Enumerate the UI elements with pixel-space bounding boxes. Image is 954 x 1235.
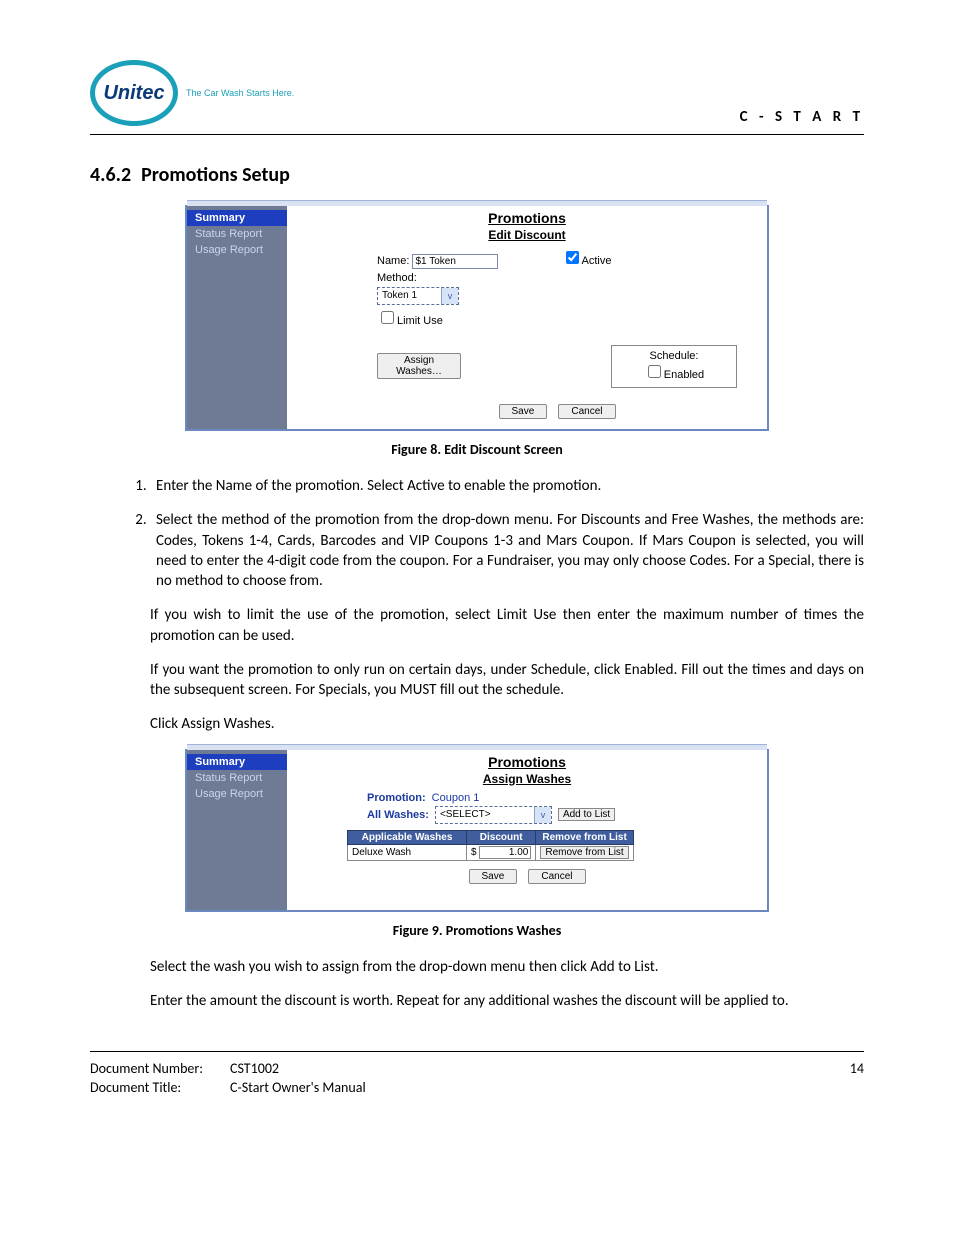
main-panel: Promotions Assign Washes Promotion: Coup… — [287, 750, 767, 910]
page-number: 14 — [850, 1060, 864, 1096]
post-p2: Enter the amount the discount is worth. … — [150, 991, 864, 1011]
schedule-enabled-checkbox[interactable] — [648, 365, 661, 378]
chevron-down-icon: v — [534, 807, 551, 823]
page-header: Unitec The Car Wash Starts Here. C - S T… — [90, 60, 864, 135]
logo: Unitec The Car Wash Starts Here. — [90, 60, 294, 126]
step-2-p2: If you wish to limit the use of the prom… — [150, 605, 864, 646]
figure8-caption: Figure 8. Edit Discount Screen — [90, 441, 864, 458]
limit-use-label: Limit Use — [397, 315, 443, 327]
col-remove: Remove from List — [536, 830, 633, 844]
add-to-list-button[interactable]: Add to List — [558, 808, 615, 821]
window-top-edge — [187, 200, 767, 206]
sidebar-item-usage-report[interactable]: Usage Report — [187, 786, 287, 802]
sidebar-item-summary[interactable]: Summary — [187, 210, 287, 226]
panel-title: Promotions — [287, 754, 767, 770]
window-top-edge — [187, 744, 767, 750]
remove-from-list-button[interactable]: Remove from List — [540, 846, 628, 859]
cancel-button[interactable]: Cancel — [528, 869, 585, 884]
doctitle-value: C-Start Owner's Manual — [230, 1079, 366, 1096]
step-2: Select the method of the promotion from … — [150, 510, 864, 591]
docnum-label: Document Number: — [90, 1060, 230, 1077]
save-button[interactable]: Save — [469, 869, 518, 884]
step-2-p3: If you want the promotion to only run on… — [150, 660, 864, 701]
schedule-enabled-label: Enabled — [664, 369, 704, 381]
all-washes-select-value: <SELECT> — [436, 807, 534, 823]
sidebar: Summary Status Report Usage Report — [187, 750, 287, 910]
logo-tagline: The Car Wash Starts Here. — [186, 88, 294, 98]
all-washes-select[interactable]: <SELECT> v — [435, 806, 552, 824]
name-label: Name: — [377, 255, 409, 267]
washes-table: Applicable Washes Discount Remove from L… — [347, 830, 634, 861]
promotion-value: Coupon 1 — [432, 792, 480, 804]
chevron-down-icon: v — [441, 288, 458, 304]
discount-input[interactable] — [479, 846, 531, 859]
save-button[interactable]: Save — [499, 404, 548, 419]
figure8-screenshot: Summary Status Report Usage Report Promo… — [185, 205, 769, 431]
page-footer: Document Number: CST1002 Document Title:… — [90, 1051, 864, 1096]
limit-use-checkbox[interactable] — [381, 311, 394, 324]
panel-subtitle: Edit Discount — [287, 228, 767, 242]
cell-wash-name: Deluxe Wash — [348, 844, 467, 860]
panel-title: Promotions — [287, 210, 767, 226]
promotion-label: Promotion: — [367, 792, 426, 804]
doctitle-label: Document Title: — [90, 1079, 230, 1096]
currency-label: $ — [471, 847, 477, 858]
method-label: Method: — [377, 272, 737, 284]
section-title-text: Promotions Setup — [141, 163, 290, 187]
name-input[interactable] — [412, 254, 498, 269]
all-washes-label: All Washes: — [367, 809, 429, 821]
doc-header-right: C - S T A R T — [740, 108, 864, 126]
step-2-p1: Select the method of the promotion from … — [156, 510, 864, 591]
main-panel: Promotions Edit Discount Name: Active Me… — [287, 206, 767, 429]
sidebar-item-usage-report[interactable]: Usage Report — [187, 242, 287, 258]
col-discount: Discount — [467, 830, 536, 844]
docnum-value: CST1002 — [230, 1060, 366, 1077]
steps-list: Enter the Name of the promotion. Select … — [90, 476, 864, 591]
figure9-screenshot: Summary Status Report Usage Report Promo… — [185, 749, 769, 912]
schedule-box: Schedule: Enabled — [611, 345, 737, 388]
active-checkbox[interactable] — [566, 251, 579, 264]
section-heading: 4.6.2 Promotions Setup — [90, 163, 864, 187]
logo-mark: Unitec — [90, 60, 178, 126]
method-select[interactable]: Token 1 v — [377, 287, 459, 305]
step-1: Enter the Name of the promotion. Select … — [150, 476, 864, 496]
section-number: 4.6.2 — [90, 163, 131, 187]
schedule-title: Schedule: — [632, 350, 716, 362]
sidebar-item-status-report[interactable]: Status Report — [187, 770, 287, 786]
active-label: Active — [582, 255, 612, 267]
panel-subtitle: Assign Washes — [287, 772, 767, 786]
step-2-p4: Click Assign Washes. — [150, 714, 864, 734]
cancel-button[interactable]: Cancel — [558, 404, 615, 419]
sidebar-item-summary[interactable]: Summary — [187, 754, 287, 770]
col-applicable-washes: Applicable Washes — [348, 830, 467, 844]
assign-washes-button[interactable]: Assign Washes… — [377, 353, 461, 379]
sidebar-item-status-report[interactable]: Status Report — [187, 226, 287, 242]
sidebar: Summary Status Report Usage Report — [187, 206, 287, 429]
table-row: Deluxe Wash $ Remove from List — [348, 844, 634, 860]
method-select-value: Token 1 — [378, 288, 441, 304]
figure9-caption: Figure 9. Promotions Washes — [90, 922, 864, 939]
post-p1: Select the wash you wish to assign from … — [150, 957, 864, 977]
